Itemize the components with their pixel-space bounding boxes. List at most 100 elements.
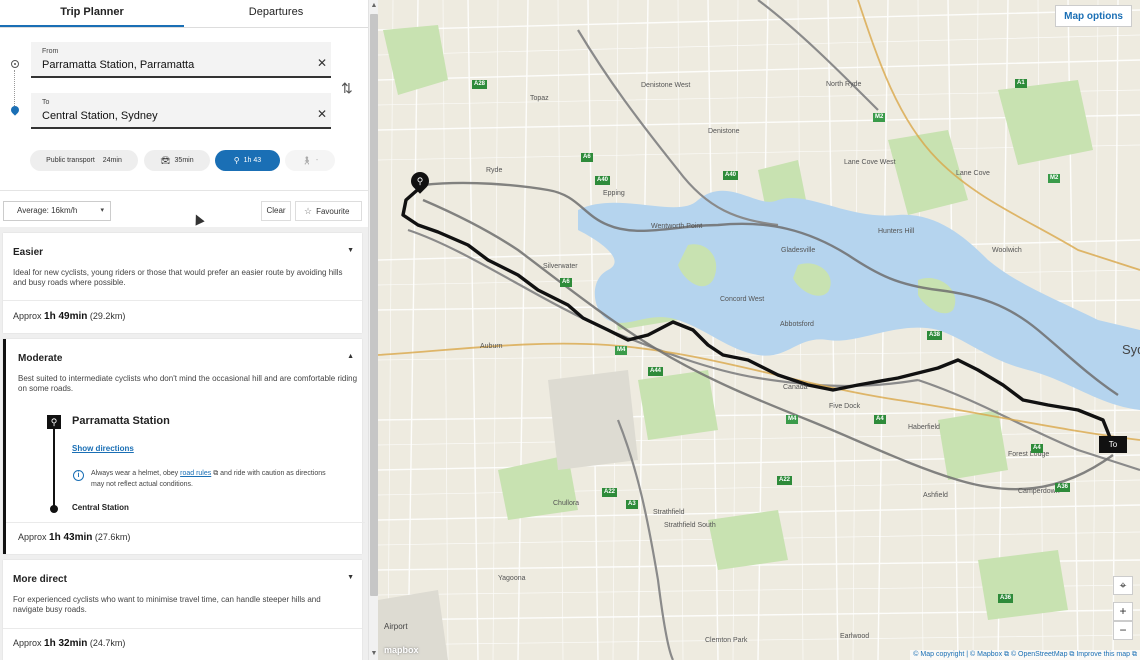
route-summary: Approx 1h 49min (29.2km) bbox=[13, 311, 125, 322]
to-field[interactable]: To Central Station, Sydney ✕ bbox=[31, 93, 331, 129]
mode-public-transport[interactable]: Public transport 24min bbox=[30, 150, 138, 171]
map-view[interactable]: Ryde Denistone West Topaz Denistone Nort… bbox=[378, 0, 1140, 660]
average-speed-select[interactable]: Average: 16km/h ▾ bbox=[3, 201, 111, 221]
tab-bar: Trip Planner Departures bbox=[0, 0, 368, 28]
route-card-more-direct[interactable]: More direct ▼ For experienced cyclists w… bbox=[3, 560, 362, 660]
tab-trip-planner[interactable]: Trip Planner bbox=[0, 0, 184, 27]
clear-button[interactable]: Clear bbox=[261, 201, 291, 221]
app-root: Trip Planner Departures From Parramatta … bbox=[0, 0, 1140, 660]
panel-scrollbar[interactable]: ▲ ▼ bbox=[368, 0, 378, 660]
end-dot-icon bbox=[50, 505, 58, 513]
road-shield: A4 bbox=[874, 415, 886, 424]
mode-bicycle[interactable]: ⚲ 1h 43 bbox=[215, 150, 280, 171]
trip-planner-panel: Trip Planner Departures From Parramatta … bbox=[0, 0, 368, 660]
map-label: Lane Cove West bbox=[844, 159, 896, 166]
car-icon: 🚘︎ bbox=[160, 156, 171, 165]
origin-marker-icon[interactable]: ⚲ bbox=[407, 168, 433, 194]
route-duration: 1h 43min bbox=[49, 532, 93, 543]
map-label: Abbotsford bbox=[780, 321, 814, 328]
from-input[interactable]: Parramatta Station, Parramatta bbox=[42, 59, 302, 71]
map-label: Epping bbox=[603, 190, 625, 197]
from-label: From bbox=[42, 48, 59, 55]
road-rules-link[interactable]: road rules bbox=[180, 470, 211, 477]
road-shield: A40 bbox=[723, 171, 739, 180]
origin-dot-icon bbox=[11, 60, 19, 68]
map-label: Topaz bbox=[530, 95, 549, 102]
to-input[interactable]: Central Station, Sydney bbox=[42, 110, 302, 122]
road-shield: A6 bbox=[581, 153, 593, 162]
route-summary: Approx 1h 32min (24.7km) bbox=[13, 638, 125, 649]
clear-to-icon[interactable]: ✕ bbox=[317, 108, 327, 120]
locate-icon[interactable]: ⌖ bbox=[1113, 576, 1133, 595]
approx-label: Approx bbox=[13, 311, 42, 321]
route-duration: 1h 49min bbox=[44, 311, 88, 322]
route-filters: Average: 16km/h ▾ Clear ☆ Favourite bbox=[3, 201, 363, 221]
mode-car[interactable]: 🚘︎ 35min bbox=[144, 150, 210, 171]
mode-time: 24min bbox=[102, 157, 122, 164]
chevron-down-icon: ▾ bbox=[100, 207, 104, 214]
chevron-down-icon[interactable]: ▼ bbox=[347, 247, 354, 254]
stop-indicator bbox=[8, 58, 22, 116]
card-divider bbox=[6, 522, 365, 523]
from-field[interactable]: From Parramatta Station, Parramatta ✕ bbox=[31, 42, 331, 78]
road-shield: M4 bbox=[786, 415, 799, 424]
tab-departures[interactable]: Departures bbox=[184, 0, 368, 27]
destination-marker[interactable]: To bbox=[1099, 436, 1127, 453]
map-label: Airport bbox=[384, 622, 408, 631]
map-label: Chullora bbox=[553, 500, 580, 507]
road-shield: A3 bbox=[626, 500, 638, 509]
map-label: Lane Cove bbox=[956, 170, 990, 177]
map-label: Gladesville bbox=[781, 247, 816, 254]
end-station: Central Station bbox=[72, 503, 129, 512]
mode-label: Public transport bbox=[46, 157, 95, 164]
swap-icon[interactable]: ⇅ bbox=[341, 80, 353, 97]
clear-from-icon[interactable]: ✕ bbox=[317, 57, 327, 69]
route-card-moderate[interactable]: Moderate ▲ Best suited to intermediate c… bbox=[3, 339, 365, 554]
bicycle-icon: ⚲ bbox=[47, 415, 61, 429]
map-options-button[interactable]: Map options bbox=[1055, 5, 1132, 27]
road-shield: A22 bbox=[602, 488, 618, 497]
timeline-line bbox=[53, 429, 55, 507]
route-distance: (24.7km) bbox=[89, 638, 126, 648]
route-options: Easier ▼ Ideal for new cyclists, young r… bbox=[0, 227, 368, 660]
zoom-in-button[interactable]: + bbox=[1113, 602, 1133, 621]
route-title: Easier bbox=[13, 247, 44, 258]
favourite-button[interactable]: ☆ Favourite bbox=[295, 201, 362, 221]
route-duration: 1h 32min bbox=[44, 638, 88, 649]
map-label: Wentworth Point bbox=[651, 223, 703, 230]
road-shield: A22 bbox=[777, 476, 793, 485]
chevron-down-icon[interactable]: ▼ bbox=[347, 574, 354, 581]
mode-time: 1h 43 bbox=[243, 157, 262, 164]
map-label: Ashfield bbox=[923, 492, 948, 499]
road-shield: A36 bbox=[998, 594, 1014, 603]
map-label: Canada bbox=[783, 384, 808, 391]
road-shield: A40 bbox=[595, 176, 611, 185]
note-text: Always wear a helmet, obey bbox=[91, 470, 179, 477]
map-label: Hunters Hill bbox=[878, 228, 915, 235]
route-title: Moderate bbox=[18, 353, 63, 364]
route-description: Ideal for new cyclists, young riders or … bbox=[13, 268, 343, 287]
route-card-easier[interactable]: Easier ▼ Ideal for new cyclists, young r… bbox=[3, 233, 362, 333]
scrollbar-thumb[interactable] bbox=[370, 14, 378, 596]
road-shield: A36 bbox=[1055, 483, 1071, 492]
zoom-out-button[interactable]: − bbox=[1113, 621, 1133, 640]
divider bbox=[0, 190, 368, 191]
road-shield: M2 bbox=[873, 113, 886, 122]
map-label: Ryde bbox=[486, 167, 503, 174]
show-directions-link[interactable]: Show directions bbox=[72, 444, 134, 453]
mode-time: 35min bbox=[174, 157, 194, 164]
to-label: To bbox=[42, 99, 50, 106]
map-label: Earlwood bbox=[840, 633, 870, 640]
map-attribution[interactable]: © Map copyright | © Mapbox ⧉ © OpenStree… bbox=[910, 650, 1140, 660]
star-icon: ☆ bbox=[304, 206, 313, 216]
transport-modes: Public transport 24min 🚘︎ 35min ⚲ 1h 43 … bbox=[30, 150, 335, 171]
info-icon: i bbox=[73, 470, 84, 481]
map-canvas bbox=[378, 0, 1140, 660]
road-shield: A38 bbox=[927, 331, 943, 340]
approx-label: Approx bbox=[13, 638, 42, 648]
destination-pin-icon bbox=[9, 104, 21, 116]
chevron-up-icon[interactable]: ▲ bbox=[347, 353, 354, 360]
map-label: Strathfield South bbox=[664, 522, 716, 529]
card-divider bbox=[3, 628, 362, 629]
mode-walk[interactable]: 🚶︎ - bbox=[285, 150, 335, 171]
